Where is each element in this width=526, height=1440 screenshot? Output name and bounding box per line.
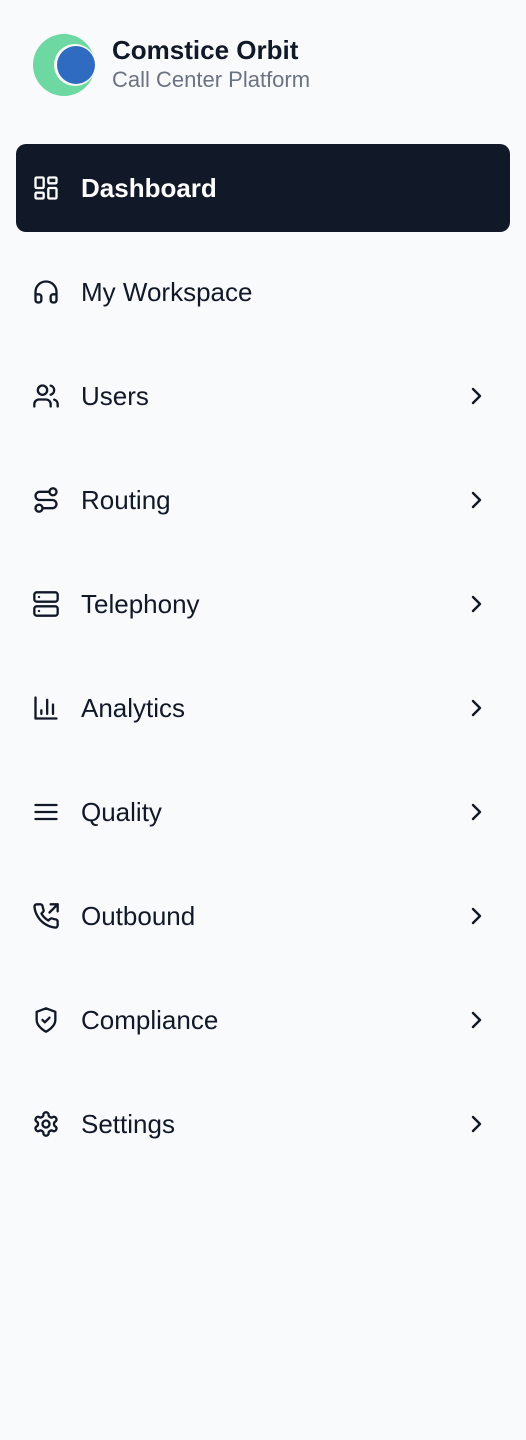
sidebar-item-my-workspace[interactable]: My Workspace bbox=[16, 248, 510, 336]
sidebar-item-telephony[interactable]: Telephony bbox=[16, 560, 510, 648]
sidebar-item-label: My Workspace bbox=[81, 277, 253, 307]
headphones-icon bbox=[32, 278, 60, 306]
chevron-right-icon[interactable] bbox=[464, 384, 488, 408]
comstice-logo bbox=[33, 34, 95, 96]
brand-header[interactable]: Comstice Orbit Call Center Platform bbox=[33, 34, 310, 96]
sidebar-item-label: Routing bbox=[81, 485, 171, 515]
brand-subtitle: Call Center Platform bbox=[112, 67, 311, 92]
chevron-right-icon[interactable] bbox=[464, 800, 488, 824]
sidebar-item-label: Users bbox=[81, 381, 149, 411]
brand-name: Comstice Orbit bbox=[112, 35, 299, 65]
route-icon bbox=[32, 486, 60, 514]
sidebar-item-label: Dashboard bbox=[81, 173, 217, 203]
sidebar-item-label: Compliance bbox=[81, 1005, 219, 1035]
server-icon bbox=[32, 590, 60, 618]
brand-text: Comstice Orbit Call Center Platform bbox=[112, 34, 310, 94]
menu-lines-icon bbox=[32, 798, 60, 826]
sidebar-item-label: Quality bbox=[81, 797, 162, 827]
shield-check-icon bbox=[32, 1006, 60, 1034]
chevron-right-icon[interactable] bbox=[464, 904, 488, 928]
sidebar-item-routing[interactable]: Routing bbox=[16, 456, 510, 544]
sidebar-item-label: Telephony bbox=[81, 589, 200, 619]
sidebar-item-outbound[interactable]: Outbound bbox=[16, 872, 510, 960]
chevron-right-icon[interactable] bbox=[464, 1008, 488, 1032]
chevron-right-icon[interactable] bbox=[464, 696, 488, 720]
sidebar-item-label: Analytics bbox=[81, 693, 186, 723]
bar-chart-icon bbox=[32, 694, 60, 722]
sidebar-item-compliance[interactable]: Compliance bbox=[16, 976, 510, 1064]
sidebar-item-label: Settings bbox=[81, 1109, 175, 1139]
sidebar-item-dashboard[interactable]: Dashboard bbox=[16, 144, 510, 232]
chevron-right-icon[interactable] bbox=[464, 488, 488, 512]
sidebar-item-settings[interactable]: Settings bbox=[16, 1080, 510, 1168]
sidebar-nav: Dashboard My Workspace Users Routing Tel… bbox=[16, 144, 510, 1184]
gear-icon bbox=[32, 1110, 60, 1138]
layout-dashboard-icon bbox=[32, 174, 60, 202]
chevron-right-icon[interactable] bbox=[464, 592, 488, 616]
sidebar-item-quality[interactable]: Quality bbox=[16, 768, 510, 856]
users-icon bbox=[32, 382, 60, 410]
chevron-right-icon[interactable] bbox=[464, 1112, 488, 1136]
sidebar-item-users[interactable]: Users bbox=[16, 352, 510, 440]
sidebar-item-label: Outbound bbox=[81, 901, 196, 931]
sidebar-item-analytics[interactable]: Analytics bbox=[16, 664, 510, 752]
phone-outgoing-icon bbox=[32, 902, 60, 930]
